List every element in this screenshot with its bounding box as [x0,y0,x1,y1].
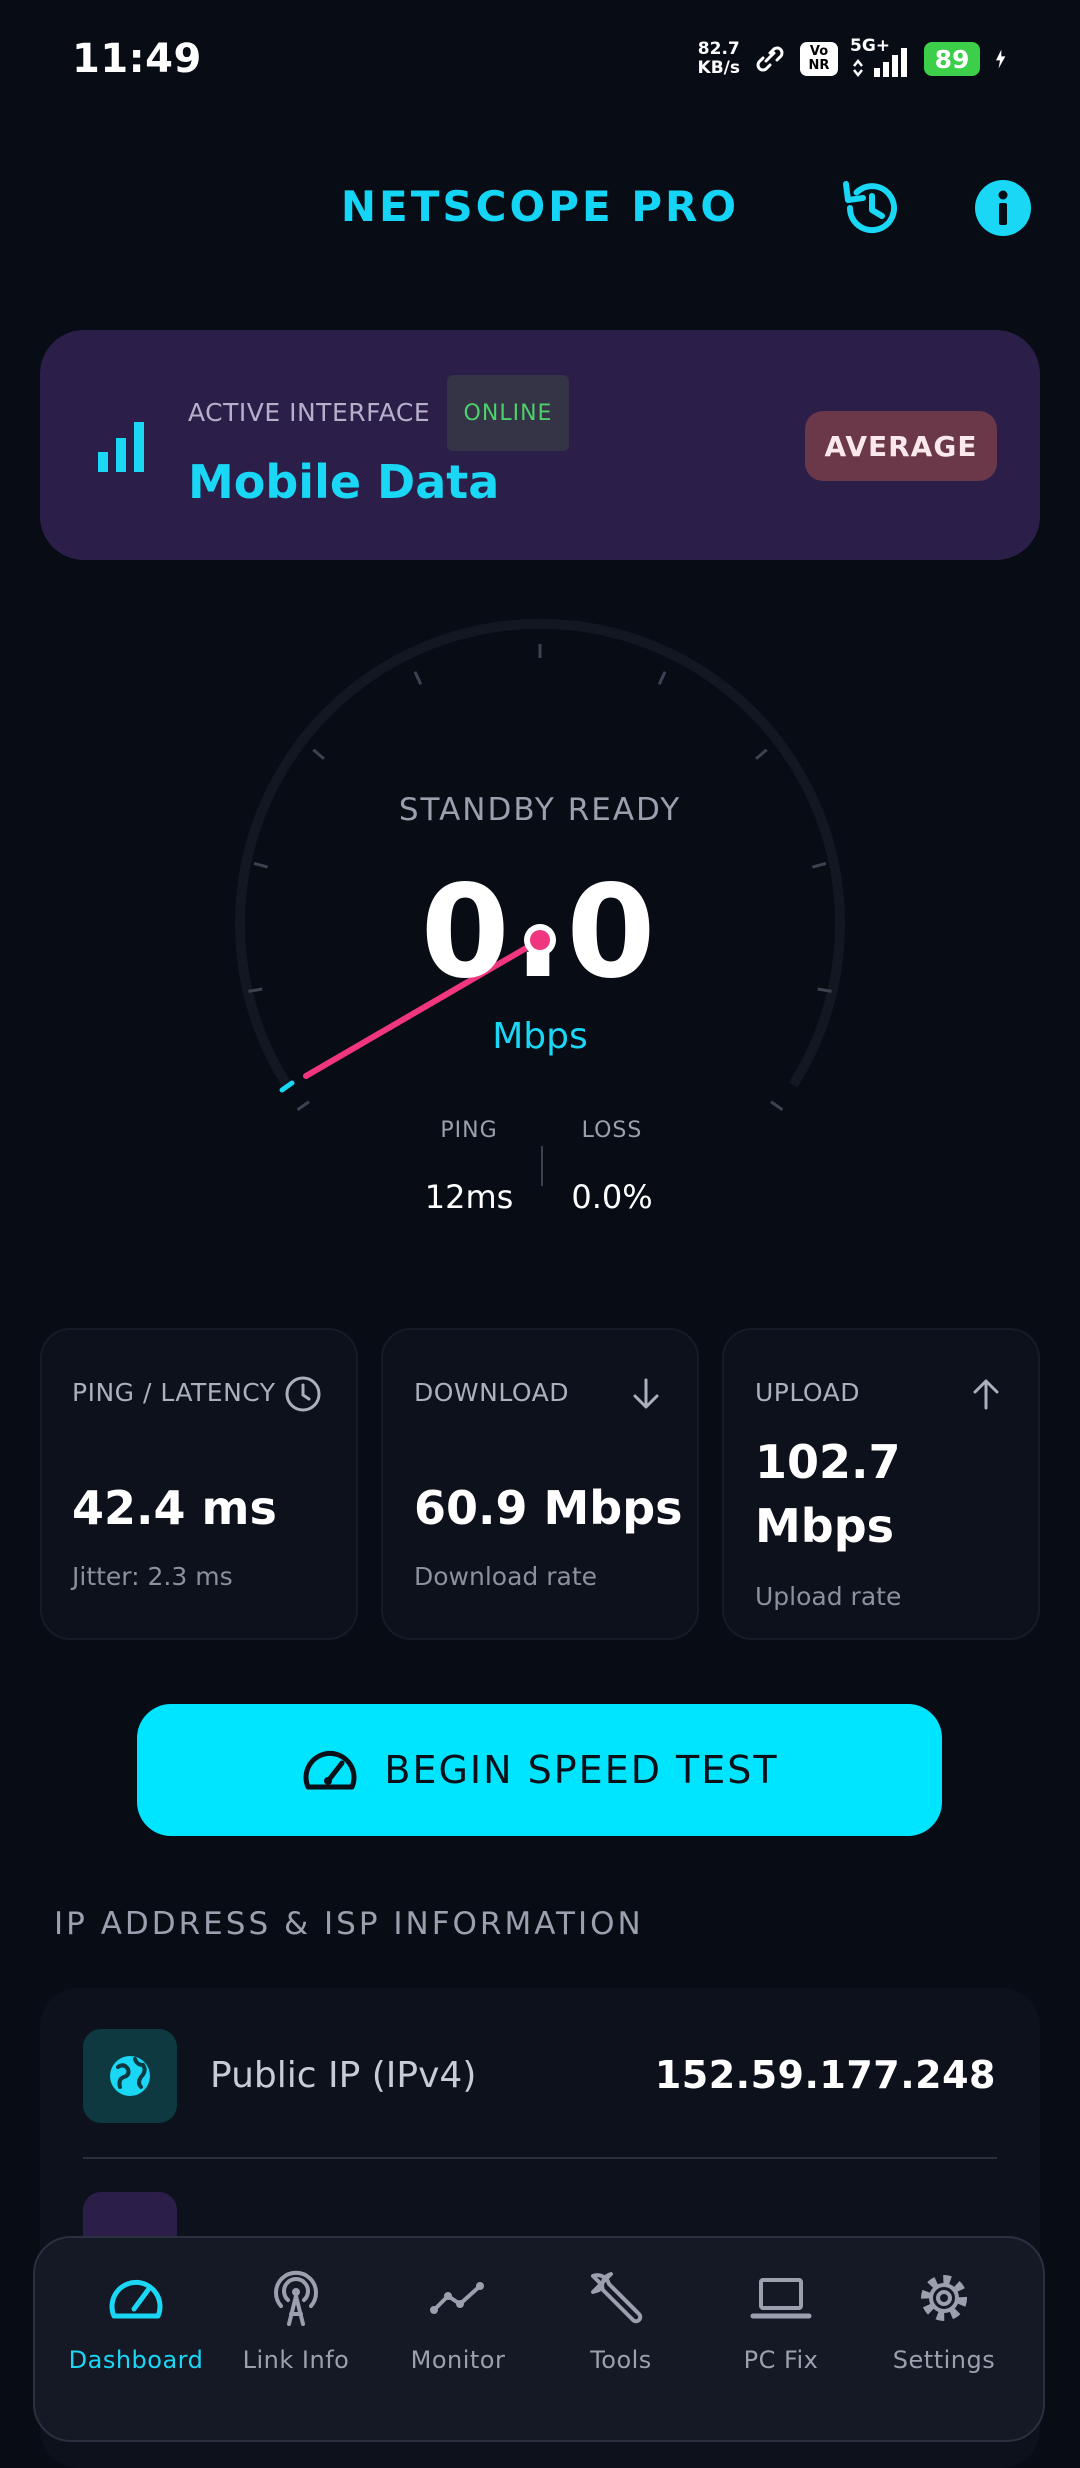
begin-speed-test-label: BEGIN SPEED TEST [384,1748,779,1792]
network-speed-value: 82.7 [697,39,740,59]
stat-sub: Jitter: 2.3 ms [72,1562,233,1591]
nav-pc-fix[interactable]: PC Fix [701,2266,861,2374]
gauge-tick [657,671,667,686]
status-icons: 82.7 KB/s Vo NR 5G+ 89 [698,36,1016,78]
network-speed-unit: KB/s [697,58,740,78]
gauge-loss-label: LOSS [581,1118,643,1143]
gauge-needle-hub [524,924,556,956]
network-speed: 82.7 KB/s [698,40,740,78]
gauge-ping-label: PING [440,1118,498,1143]
stat-sub: Upload rate [755,1582,902,1611]
gauge-tick [296,1100,310,1112]
volte-badge: Vo NR [800,42,838,76]
ip-section-title: IP ADDRESS & ISP INFORMATION [54,1906,644,1942]
stat-title: DOWNLOAD [414,1378,569,1407]
nav-dashboard[interactable]: Dashboard [56,2266,216,2374]
history-icon [843,181,897,234]
ip-row-divider [83,2157,997,2159]
begin-speed-test-button[interactable]: BEGIN SPEED TEST [137,1704,942,1836]
arrow-down-icon [633,1378,659,1409]
history-button[interactable] [834,172,906,244]
speedometer-icon [303,1750,357,1790]
info-button[interactable] [967,172,1039,244]
laptop-icon [750,2278,812,2319]
stat-title: PING / LATENCY [72,1378,276,1407]
stat-sub: Download rate [414,1562,597,1591]
volte-top: Vo [809,44,829,59]
nav-label: Monitor [410,2346,506,2374]
nav-settings[interactable]: Settings [864,2266,1024,2374]
stat-value: 60.9 Mbps [414,1481,683,1535]
antenna-icon [274,2270,318,2326]
gauge-state: STANDBY READY [398,792,682,828]
gauge-ping-value: 12ms [424,1178,514,1216]
hotspot-link-icon [756,46,784,72]
gauge-unit: Mbps [492,1016,588,1057]
charging-bolt-icon [996,49,1006,69]
nav-link-info[interactable]: Link Info [216,2266,376,2374]
gauge-tick [312,748,325,760]
public-ip-value[interactable]: 152.59.177.248 [655,2053,996,2097]
arrow-up-icon [973,1379,999,1410]
gear-icon [921,2275,967,2321]
nav-tools[interactable]: Tools [541,2266,701,2374]
wrench-icon [591,2272,643,2324]
volte-bottom: NR [808,58,830,73]
online-status-badge: ONLINE [447,375,569,451]
interface-label: ACTIVE INTERFACE [188,398,431,427]
monitor-graph-icon [430,2282,484,2314]
nav-label: Tools [590,2346,652,2374]
public-ip-label: Public IP (IPv4) [210,2055,477,2096]
nav-label: Link Info [242,2346,350,2374]
interface-name: Mobile Data [188,455,500,509]
gauge-tick [770,1100,784,1112]
cell-signal-icon [853,48,907,78]
stat-title: UPLOAD [755,1378,861,1407]
app-title: NETSCOPE PRO [340,182,740,231]
gauge-loss-value: 0.0% [571,1178,653,1216]
quality-badge: AVERAGE [805,411,997,481]
nav-label: PC Fix [743,2346,819,2374]
clock-icon [285,1376,321,1412]
stat-value: 42.4 ms [72,1481,277,1535]
info-icon [975,180,1031,236]
signal-bars-icon [98,422,144,472]
stat-value: 102.7 Mbps [755,1435,901,1553]
signal-indicator: 5G+ [850,36,912,78]
globe-icon-box [83,2029,177,2123]
gauge-tick [413,671,423,686]
battery-indicator: 89 [924,42,980,76]
gauge-tick [755,748,768,760]
nav-label: Dashboard [68,2346,204,2374]
nav-monitor[interactable]: Monitor [378,2266,538,2374]
status-time: 11:49 [72,36,202,82]
nav-label: Settings [892,2346,996,2374]
dashboard-icon [109,2279,163,2319]
globe-icon [110,2056,150,2096]
